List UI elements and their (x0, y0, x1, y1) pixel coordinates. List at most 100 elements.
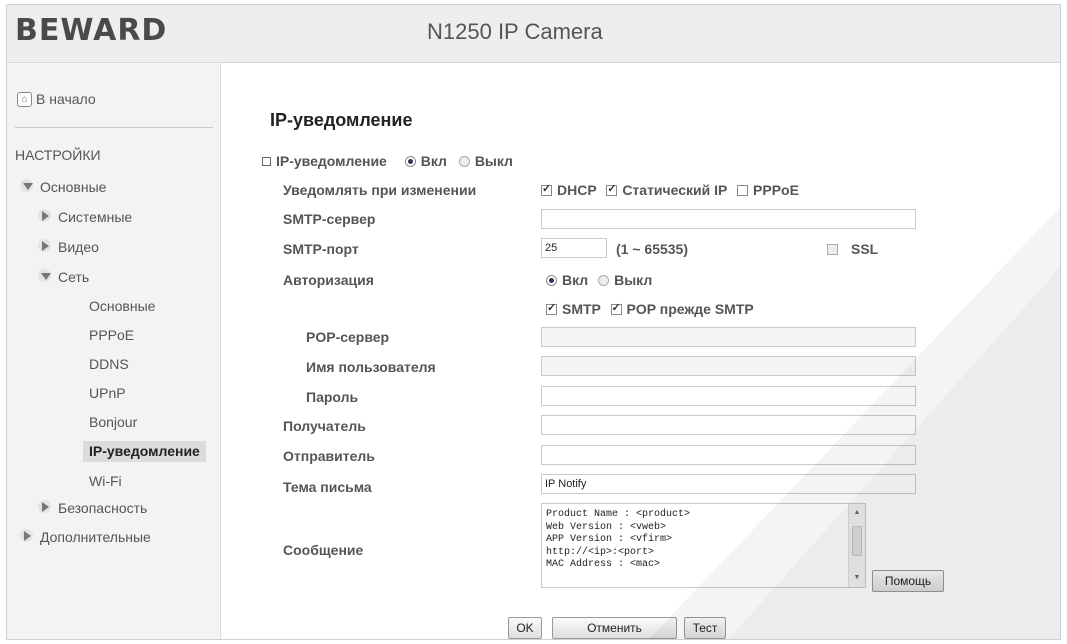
sidebar-item-security[interactable]: Безопасность (38, 500, 148, 516)
main-content: IP-уведомление IP-уведомление Вкл Выкл У… (221, 63, 1060, 639)
radio-on-icon (546, 275, 557, 286)
smtp-auth-label: SMTP (562, 301, 601, 317)
chevron-right-icon (20, 529, 34, 543)
static-ip-label: Статический IP (622, 182, 728, 198)
sidebar-item-pppoe[interactable]: PPPoE (89, 327, 134, 343)
page-title: IP-уведомление (270, 110, 413, 130)
checkbox-checked-icon (546, 301, 557, 315)
home-label: В начало (36, 91, 96, 107)
sender-label: Отправитель (283, 448, 375, 464)
sidebar-item-wifi[interactable]: Wi-Fi (89, 473, 122, 489)
sidebar-divider (15, 127, 213, 128)
browser-frame: BEWARD N1250 IP Camera ⌂ В начало НАСТРО… (6, 4, 1061, 640)
auth-off-label: Выкл (614, 272, 653, 288)
message-label: Сообщение (283, 542, 364, 558)
ok-button[interactable]: OK (508, 617, 542, 639)
scroll-down-icon[interactable]: ▼ (852, 573, 862, 583)
radio-off-icon (598, 275, 610, 286)
ip-notify-row: IP-уведомление Вкл Выкл (262, 153, 513, 169)
section-square-icon (262, 157, 271, 166)
sidebar-item-bonjour[interactable]: Bonjour (89, 414, 137, 430)
sidebar-item-net-basic[interactable]: Основные (89, 298, 155, 314)
auth-on-radio[interactable]: Вкл (546, 272, 588, 288)
message-text: Product Name : <product> Web Version : <… (546, 509, 691, 570)
message-textarea[interactable]: Product Name : <product> Web Version : <… (541, 503, 866, 588)
smtp-server-label: SMTP-сервер (283, 211, 376, 227)
smtp-auth-checkbox[interactable]: SMTP (546, 301, 601, 317)
pop-server-input[interactable] (541, 327, 916, 347)
sidebar-item-advanced[interactable]: Дополнительные (20, 529, 151, 545)
smtp-port-input[interactable]: 25 (541, 238, 607, 258)
subject-input[interactable]: IP Notify (541, 474, 916, 494)
header: BEWARD N1250 IP Camera (7, 5, 1060, 63)
sidebar-item-label: Сеть (58, 269, 90, 285)
sidebar-item-system[interactable]: Системные (38, 209, 133, 225)
recipient-input[interactable] (541, 415, 916, 435)
pop-before-smtp-label: POP прежде SMTP (626, 301, 754, 317)
pop-before-smtp-checkbox[interactable]: POP прежде SMTP (610, 301, 754, 317)
password-input[interactable] (541, 386, 916, 406)
sidebar-item-video[interactable]: Видео (38, 239, 99, 255)
static-ip-checkbox[interactable]: Статический IP (606, 182, 727, 198)
help-button[interactable]: Помощь (872, 570, 944, 592)
settings-title: НАСТРОЙКИ (15, 147, 101, 163)
auth-off-radio[interactable]: Выкл (598, 272, 652, 288)
chevron-right-icon (38, 500, 52, 514)
radio-off-icon (458, 156, 470, 167)
username-input[interactable] (541, 356, 916, 376)
sidebar-item-network[interactable]: Сеть (38, 269, 90, 285)
sidebar-item-label: Видео (58, 239, 99, 255)
sidebar-item-ip-notify[interactable]: IP-уведомление (83, 441, 206, 462)
home-icon: ⌂ (17, 91, 32, 107)
chevron-down-icon (38, 269, 52, 283)
dhcp-label: DHCP (557, 182, 597, 198)
sidebar-item-label: Системные (58, 209, 133, 225)
notify-change-options: DHCP Статический IP PPPoE (541, 182, 799, 198)
radio-on-label: Вкл (420, 153, 447, 169)
ip-notify-label: IP-уведомление (276, 153, 387, 169)
camera-title: N1250 IP Camera (427, 19, 603, 44)
sidebar-item-label: Безопасность (58, 500, 148, 516)
cancel-button[interactable]: Отменить (552, 617, 677, 639)
chevron-right-icon (38, 239, 52, 253)
auth-label: Авторизация (283, 272, 374, 288)
sidebar-item-basic[interactable]: Основные (20, 179, 107, 195)
beward-logo: BEWARD (15, 13, 168, 48)
password-label: Пароль (306, 389, 359, 405)
sender-input[interactable] (541, 445, 916, 465)
smtp-server-input[interactable] (541, 209, 916, 229)
chevron-right-icon (38, 209, 52, 223)
subject-label: Тема письма (283, 479, 372, 495)
checkbox-checked-icon (541, 182, 552, 196)
sidebar-item-label: Дополнительные (40, 529, 151, 545)
sidebar: ⌂ В начало НАСТРОЙКИ Основные Системные … (7, 63, 221, 639)
test-button[interactable]: Тест (684, 617, 726, 639)
chevron-down-icon (20, 179, 34, 193)
checkbox-checked-icon (610, 301, 622, 315)
radio-on[interactable]: Вкл (404, 153, 447, 169)
auth-radios: Вкл Выкл (546, 272, 652, 288)
scroll-thumb[interactable] (852, 526, 862, 556)
auth-on-label: Вкл (562, 272, 589, 288)
smtp-port-label: SMTP-порт (283, 241, 359, 257)
ssl-label: SSL (851, 241, 879, 257)
sidebar-item-ddns[interactable]: DDNS (89, 356, 129, 372)
pppoe-label: PPPoE (753, 182, 799, 198)
recipient-label: Получатель (283, 418, 366, 434)
home-link[interactable]: ⌂ В начало (17, 91, 96, 107)
pppoe-checkbox[interactable]: PPPoE (737, 182, 799, 198)
ssl-checkbox[interactable]: SSL (827, 241, 878, 257)
port-range-hint: (1 ~ 65535) (616, 241, 688, 257)
radio-off[interactable]: Выкл (458, 153, 513, 169)
message-scrollbar[interactable]: ▲ ▼ (848, 504, 865, 587)
radio-on-icon (404, 156, 416, 167)
checkbox-unchecked-icon (827, 244, 838, 255)
checkbox-checked-icon (606, 182, 618, 196)
notify-change-label: Уведомлять при изменении (283, 182, 477, 198)
sidebar-item-label: Основные (40, 179, 107, 195)
scroll-up-icon[interactable]: ▲ (852, 508, 862, 518)
auth-options: SMTP POP прежде SMTP (546, 301, 754, 317)
sidebar-item-upnp[interactable]: UPnP (89, 385, 126, 401)
checkbox-unchecked-icon (737, 185, 749, 196)
dhcp-checkbox[interactable]: DHCP (541, 182, 596, 198)
